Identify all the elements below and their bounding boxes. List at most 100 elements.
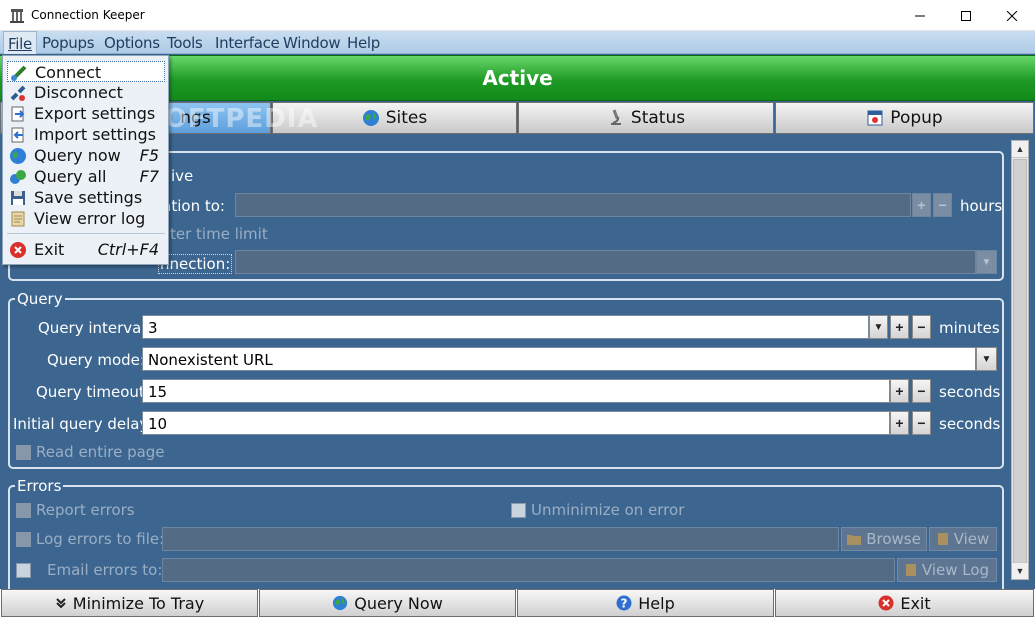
view-log-button[interactable]: View Log	[897, 558, 997, 582]
exit-button[interactable]: Exit	[775, 589, 1034, 617]
menu-popups[interactable]: Popups	[42, 34, 95, 52]
log-icon	[11, 211, 25, 227]
scroll-thumb[interactable]	[1013, 159, 1027, 563]
view-button[interactable]: View	[929, 527, 997, 551]
log-file-input[interactable]	[162, 527, 839, 551]
scroll-icon	[937, 533, 948, 545]
microscope-icon	[610, 109, 621, 125]
calendar-icon	[867, 110, 883, 126]
globe-multi-icon	[10, 170, 26, 184]
query-interval-input[interactable]: 3	[142, 315, 869, 339]
connection-dropdown-button[interactable]: ▼	[976, 250, 997, 274]
watermark: SOFTPEDIA	[145, 104, 319, 134]
initial-delay-decrement[interactable]: −	[912, 411, 931, 435]
query-group-title: Query	[15, 290, 65, 308]
svg-text:?: ?	[621, 597, 628, 611]
initial-delay-increment[interactable]: +	[890, 411, 909, 435]
menu-item-connect[interactable]: Connect	[7, 61, 165, 82]
exit-icon	[10, 242, 26, 258]
menu-bar: File Popups Options Tools Interface Wind…	[0, 31, 1035, 54]
connection-label: nnection:	[158, 254, 233, 274]
tab-status[interactable]: Status	[518, 102, 774, 134]
menu-options[interactable]: Options	[104, 34, 160, 52]
log-errors-checkbox[interactable]	[16, 532, 31, 547]
menu-item-exit[interactable]: Exit Ctrl+F4	[7, 239, 165, 260]
duration-input[interactable]	[235, 193, 911, 217]
query-mode-select[interactable]: Nonexistent URL	[142, 347, 976, 371]
query-interval-increment[interactable]: +	[890, 315, 909, 339]
duration-decrement[interactable]: −	[933, 193, 952, 217]
title-bar: Connection Keeper	[0, 0, 1035, 31]
duration-unit: hours	[960, 197, 1003, 215]
email-errors-label: Email errors to:	[47, 561, 163, 579]
help-icon: ?	[616, 595, 632, 611]
help-button[interactable]: ? Help	[517, 589, 774, 617]
globe-icon	[333, 595, 348, 611]
query-timeout-decrement[interactable]: −	[912, 379, 931, 403]
globe-icon	[10, 148, 26, 164]
connect-icon	[11, 65, 27, 81]
folder-icon	[847, 535, 862, 545]
query-interval-decrement[interactable]: −	[912, 315, 931, 339]
connection-select[interactable]	[235, 250, 976, 274]
menu-item-query-now[interactable]: Query now F5	[7, 145, 165, 166]
unminimize-on-error-label: Unminimize on error	[531, 501, 685, 519]
close-button[interactable]	[989, 0, 1035, 31]
exit-icon	[878, 595, 894, 611]
query-mode-dropdown-button[interactable]: ▼	[976, 347, 997, 371]
menu-file[interactable]: File	[3, 31, 37, 54]
menu-item-disconnect[interactable]: Disconnect	[7, 82, 165, 103]
menu-item-view-error-log[interactable]: View error log	[7, 208, 165, 229]
menu-item-query-all[interactable]: Query all F7	[7, 166, 165, 187]
menu-tools[interactable]: Tools	[167, 34, 203, 52]
maximize-icon	[961, 10, 971, 21]
export-icon	[11, 106, 25, 122]
maximize-button[interactable]	[943, 0, 989, 31]
tab-popup[interactable]: Popup	[775, 102, 1034, 134]
minimize-icon	[915, 15, 925, 16]
report-errors-checkbox[interactable]	[16, 503, 31, 518]
read-entire-page-checkbox[interactable]	[16, 445, 31, 460]
email-input[interactable]	[162, 558, 895, 582]
globe-icon	[362, 110, 379, 126]
tab-popup-label: Popup	[890, 108, 943, 128]
window-title: Connection Keeper	[31, 8, 145, 22]
initial-delay-unit: seconds	[939, 415, 1001, 433]
menu-item-import-settings[interactable]: Import settings	[7, 124, 165, 145]
menu-item-export-settings[interactable]: Export settings	[7, 103, 165, 124]
minimize-to-tray-button[interactable]: Minimize To Tray	[1, 589, 258, 617]
unminimize-on-error-checkbox[interactable]	[511, 503, 526, 518]
menu-item-save-settings[interactable]: Save settings	[7, 187, 165, 208]
query-interval-dropdown[interactable]: ▼	[869, 315, 888, 339]
query-timeout-input[interactable]: 15	[142, 379, 890, 403]
disconnect-icon	[10, 85, 26, 101]
duration-increment[interactable]: +	[912, 193, 931, 217]
minimize-button[interactable]	[897, 0, 943, 31]
menu-window[interactable]: Window	[283, 34, 341, 52]
vertical-scrollbar[interactable]: ▲ ▼	[1011, 140, 1029, 580]
read-entire-page-label: Read entire page	[36, 443, 165, 461]
scroll-icon	[905, 564, 916, 576]
initial-delay-input[interactable]: 10	[142, 411, 890, 435]
menu-interface[interactable]: Interface	[215, 34, 280, 52]
menu-help[interactable]: Help	[347, 34, 380, 52]
query-interval-label: Query interval:	[38, 319, 151, 337]
browse-button[interactable]: Browse	[841, 527, 927, 551]
email-errors-checkbox[interactable]	[16, 563, 31, 578]
tab-status-label: Status	[630, 108, 686, 128]
tab-sites-label: Sites	[385, 108, 428, 128]
query-now-button[interactable]: Query Now	[259, 589, 516, 617]
query-timeout-unit: seconds	[939, 383, 1001, 401]
save-icon	[11, 191, 25, 205]
query-mode-label: Query mode:	[47, 351, 145, 369]
scroll-up-button[interactable]: ▲	[1012, 141, 1028, 158]
scroll-down-button[interactable]: ▼	[1012, 562, 1028, 579]
import-icon	[11, 127, 24, 143]
query-timeout-label: Query timeout:	[36, 383, 150, 401]
menu-separator	[7, 233, 165, 234]
close-icon	[1007, 10, 1017, 21]
query-interval-unit: minutes	[939, 319, 1000, 337]
log-errors-label: Log errors to file:	[36, 530, 165, 548]
file-menu-dropdown: Connect Disconnect Export settings Impor…	[2, 55, 169, 265]
query-timeout-increment[interactable]: +	[890, 379, 909, 403]
